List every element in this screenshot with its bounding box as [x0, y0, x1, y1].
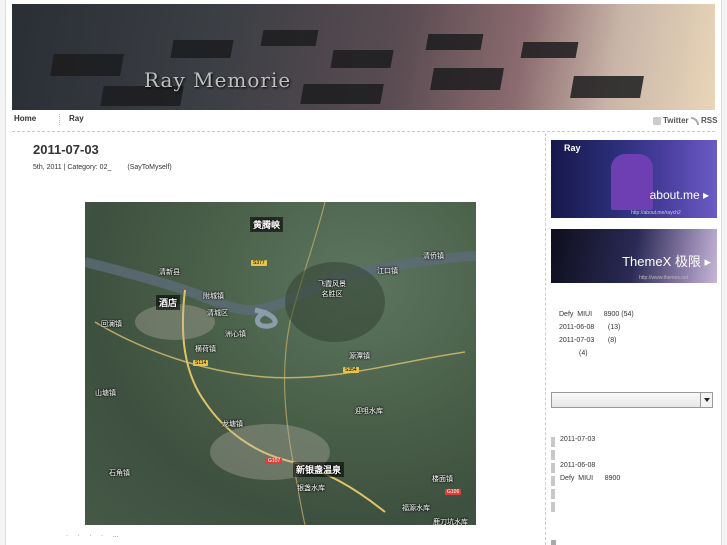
- themex-badge[interactable]: ThemeX 极限 ▸ http://www.themex.net: [551, 229, 717, 283]
- map-label: 银盏水库: [297, 485, 325, 492]
- rss-label: RSS: [701, 116, 718, 125]
- map-label: 新银盏温泉: [293, 462, 345, 477]
- map-label: 洲心镇: [225, 331, 246, 338]
- twitter-link[interactable]: Twitter: [653, 116, 689, 125]
- map-label: 清城区: [207, 310, 228, 317]
- map-label: 山塘镇: [95, 390, 116, 397]
- nav-divider: [59, 114, 60, 125]
- header-banner[interactable]: Ray Memorie: [12, 4, 715, 110]
- road-shield: S377: [251, 260, 267, 266]
- badge-url: http://about.me/raych2: [631, 210, 681, 216]
- sidebar: Ray about.me ▸ http://about.me/raych2 Th…: [545, 133, 723, 545]
- nav-ray[interactable]: Ray: [69, 114, 84, 123]
- map-label: 迎咀水库: [355, 408, 383, 415]
- map-label: 福源水库: [402, 505, 430, 512]
- badge-url: http://www.themex.net: [639, 275, 689, 281]
- rss-link[interactable]: RSS: [691, 116, 717, 125]
- list-item[interactable]: 2011-07-03: [551, 436, 701, 449]
- list-marker: [551, 540, 556, 545]
- list-item[interactable]: (4): [559, 350, 634, 363]
- map-label: 回澜镇: [101, 321, 122, 328]
- list-item[interactable]: 2011-06-08: [551, 462, 701, 475]
- nav-home[interactable]: Home: [14, 114, 36, 123]
- map-label: 龙塘镇: [222, 421, 243, 428]
- about-me-label: about.me ▸: [649, 188, 709, 202]
- recent-posts-list: Defy MIUI 8900 (54) 2011-06-08 (13) 2011…: [559, 311, 634, 363]
- map-label: 飞霞风景名胜区: [318, 281, 346, 298]
- site-title[interactable]: Ray Memorie: [144, 68, 291, 92]
- badge-name: Ray: [564, 143, 581, 153]
- road-shield: S354: [343, 367, 359, 373]
- map-label: 楼面镇: [432, 476, 453, 483]
- satellite-map-image: 黄腾峡 清新县 酒店 江口镇 清侨镇 飞霞风景名胜区 附城镇 清城区 洲心镇 横…: [85, 202, 476, 525]
- post-category-link[interactable]: (SayToMyself): [127, 164, 171, 171]
- list-item[interactable]: 2011-06-08 (13): [559, 324, 634, 337]
- map-label: 清侨镇: [423, 253, 444, 260]
- map-features: [85, 202, 476, 525]
- list-item[interactable]: 2011-07-03 (8): [559, 337, 634, 350]
- map-label: 横荷镇: [195, 346, 216, 353]
- list-item[interactable]: Defy MIUI 8900: [551, 475, 701, 488]
- map-label: 附城镇: [203, 293, 224, 300]
- map-label: 酒店: [156, 295, 181, 310]
- page: Ray Memorie Home Ray Twitter RSS 2011-07…: [5, 0, 722, 545]
- list-item[interactable]: [551, 488, 701, 501]
- post-date: 5th, 2011 | Category: 02_: [33, 164, 112, 171]
- map-label: 石角镇: [109, 470, 130, 477]
- category-select[interactable]: [551, 392, 713, 408]
- map-label: 江口镇: [377, 268, 398, 275]
- post-title[interactable]: 2011-07-03: [33, 142, 99, 157]
- map-label: 源潭镇: [349, 353, 370, 360]
- twitter-label: Twitter: [663, 116, 689, 125]
- twitter-icon: [653, 116, 661, 125]
- rss-icon: [691, 116, 699, 125]
- list-item[interactable]: [551, 501, 701, 514]
- main-nav: Home Ray Twitter RSS: [12, 112, 717, 132]
- list-item[interactable]: [551, 449, 701, 462]
- list-item[interactable]: Defy MIUI 8900 (54): [559, 311, 634, 324]
- road-shield: S114: [193, 360, 209, 366]
- themex-label: ThemeX 极限 ▸: [622, 254, 711, 269]
- post-excerpt-tail: · · · · …: [66, 533, 123, 539]
- road-shield: G106: [445, 489, 462, 495]
- map-label: 鹿刀坑水库: [433, 519, 468, 525]
- map-label: 清新县: [159, 269, 180, 276]
- chevron-down-icon[interactable]: [700, 393, 712, 407]
- post-meta: 5th, 2011 | Category: 02_ (SayToMyself): [33, 164, 172, 171]
- avatar: [611, 154, 653, 210]
- archive-list: 2011-07-03 2011-06-08 Defy MIUI 8900: [551, 436, 701, 514]
- map-label: 黄腾峡: [250, 217, 284, 232]
- about-me-badge[interactable]: Ray about.me ▸ http://about.me/raych2: [551, 140, 717, 218]
- road-shield: G107: [266, 458, 283, 464]
